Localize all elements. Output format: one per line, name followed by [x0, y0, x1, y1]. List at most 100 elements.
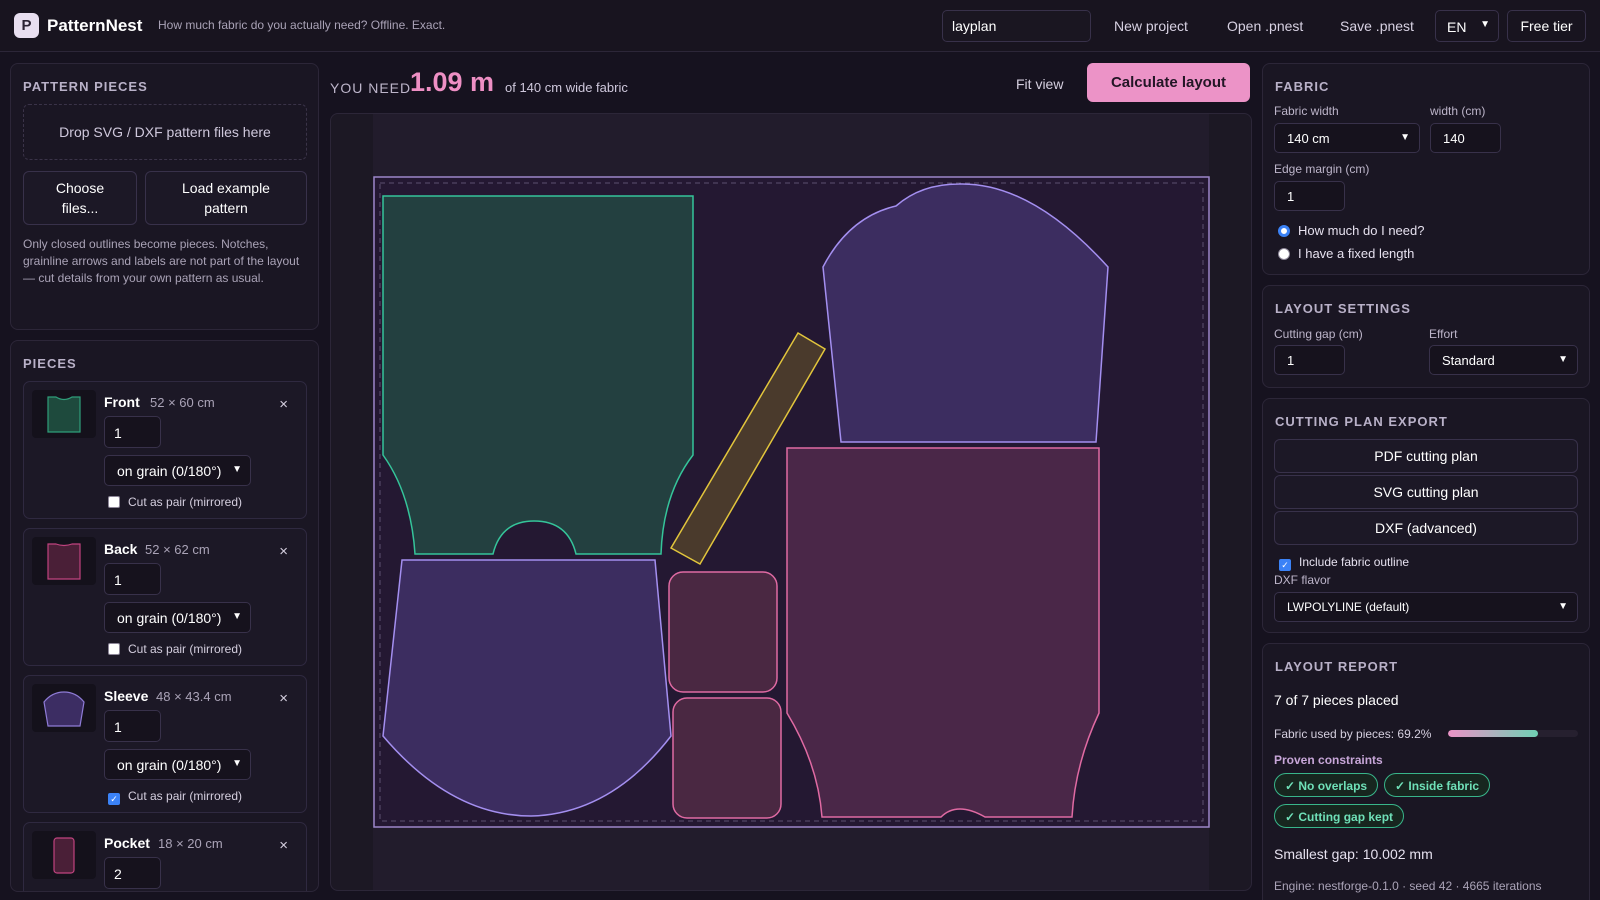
piece-card: Sleeve 48 × 43.4 cm × 1 on grain (0/180°…	[23, 675, 307, 813]
grain-select[interactable]: on grain (0/180°) ▼	[104, 602, 251, 633]
load-example-button[interactable]: Load example pattern	[145, 171, 307, 225]
pattern-pieces-panel: PATTERN PIECES Drop SVG / DXF pattern fi…	[10, 63, 319, 330]
piece-thumbnail	[32, 831, 96, 879]
fabric-length-value: 1.09 m	[410, 67, 495, 97]
dxf-flavor-value: LWPOLYLINE (default)	[1287, 600, 1410, 614]
cut-as-pair-checkbox[interactable]: Cut as pair (mirrored)	[108, 642, 242, 656]
layout-report-title: LAYOUT REPORT	[1275, 659, 1399, 674]
fabric-width-label: Fabric width	[1274, 104, 1339, 118]
checkbox-icon[interactable]	[108, 496, 120, 508]
project-name-input[interactable]	[942, 10, 1091, 42]
open-project-link[interactable]: Open .pnest	[1227, 18, 1303, 34]
pocket-thumb-shape	[53, 837, 75, 874]
edge-margin-label: Edge margin (cm)	[1274, 162, 1370, 176]
mode-need-label: How much do I need?	[1298, 223, 1425, 238]
proven-constraints-label: Proven constraints	[1274, 753, 1383, 767]
export-title: CUTTING PLAN EXPORT	[1275, 414, 1448, 429]
piece-dimensions: 18 × 20 cm	[158, 836, 223, 851]
pattern-pieces-title: PATTERN PIECES	[23, 79, 148, 94]
language-select[interactable]: EN ▼	[1435, 10, 1499, 42]
effort-value: Standard	[1442, 353, 1495, 368]
no-overlaps-badge: ✓ No overlaps	[1274, 773, 1379, 797]
new-project-link[interactable]: New project	[1114, 18, 1188, 34]
cutting-gap-input[interactable]: 1	[1274, 345, 1345, 375]
remove-piece-icon[interactable]: ×	[279, 837, 288, 854]
remove-piece-icon[interactable]: ×	[279, 543, 288, 560]
top-bar: P PatternNest How much fabric do you act…	[0, 0, 1600, 52]
cut-as-pair-label: Cut as pair (mirrored)	[128, 495, 243, 509]
quantity-input[interactable]: 1	[104, 710, 161, 742]
mode-need-radio[interactable]: How much do I need?	[1278, 223, 1424, 238]
quantity-input[interactable]: 1	[104, 563, 161, 595]
cutting-gap-badge: ✓ Cutting gap kept	[1274, 804, 1405, 828]
dxf-flavor-select[interactable]: LWPOLYLINE (default) ▼	[1274, 592, 1578, 622]
sleeve-piece-mirror	[382, 559, 672, 817]
pieces-panel: PIECES Front 52 × 60 cm × 1 on grain (0/…	[10, 340, 319, 892]
checkbox-icon[interactable]	[108, 643, 120, 655]
include-outline-checkbox[interactable]: ✓ Include fabric outline	[1279, 555, 1409, 571]
cut-as-pair-label: Cut as pair (mirrored)	[128, 642, 243, 656]
free-tier-button[interactable]: Free tier	[1507, 10, 1586, 42]
dxf-flavor-label: DXF flavor	[1274, 573, 1331, 587]
piece-thumbnail	[32, 390, 96, 438]
engine-info-text: Engine: nestforge-0.1.0 · seed 42 · 4665…	[1274, 879, 1542, 893]
remove-piece-icon[interactable]: ×	[279, 690, 288, 707]
effort-select[interactable]: Standard ▼	[1429, 345, 1578, 375]
grain-value: on grain (0/180°)	[117, 757, 222, 773]
calculate-layout-button[interactable]: Calculate layout	[1087, 63, 1250, 102]
checkbox-checked-icon[interactable]: ✓	[1279, 559, 1291, 571]
front-piece	[382, 195, 694, 555]
cut-as-pair-checkbox[interactable]: ✓ Cut as pair (mirrored)	[108, 789, 242, 805]
fabric-usage-fill	[1448, 730, 1538, 737]
piece-card: Back 52 × 62 cm × 1 on grain (0/180°) ▼ C…	[23, 528, 307, 666]
fabric-width-select[interactable]: 140 cm ▼	[1274, 123, 1420, 153]
layout-canvas[interactable]	[330, 113, 1252, 891]
piece-card: Pocket 18 × 20 cm × 2	[23, 822, 307, 891]
you-need-label: YOU NEED	[330, 80, 412, 96]
cut-as-pair-checkbox[interactable]: Cut as pair (mirrored)	[108, 495, 242, 509]
sleeve-thumb-shape	[43, 691, 85, 727]
back-piece	[786, 447, 1100, 818]
piece-name: Back	[104, 541, 138, 557]
piece-name: Sleeve	[104, 688, 149, 704]
piece-dimensions: 48 × 43.4 cm	[156, 689, 232, 704]
width-cm-label: width (cm)	[1430, 104, 1486, 118]
checkbox-checked-icon[interactable]: ✓	[108, 793, 120, 805]
mode-fixed-label: I have a fixed length	[1298, 246, 1415, 261]
mode-fixed-radio[interactable]: I have a fixed length	[1278, 246, 1414, 261]
fit-view-button[interactable]: Fit view	[1016, 76, 1063, 92]
quantity-input[interactable]: 1	[104, 416, 161, 448]
piece-thumbnail	[32, 684, 96, 732]
language-value: EN	[1447, 19, 1467, 35]
pdf-export-button[interactable]: PDF cutting plan	[1274, 439, 1578, 473]
svg-export-button[interactable]: SVG cutting plan	[1274, 475, 1578, 509]
edge-margin-input[interactable]: 1	[1274, 181, 1345, 211]
choose-files-button[interactable]: Choose files...	[23, 171, 137, 225]
grain-value: on grain (0/180°)	[117, 463, 222, 479]
front-thumb-shape	[47, 396, 81, 433]
logo-icon: P	[14, 13, 39, 38]
save-project-link[interactable]: Save .pnest	[1340, 18, 1414, 34]
smallest-gap-text: Smallest gap: 10.002 mm	[1274, 846, 1433, 862]
layout-svg	[373, 114, 1210, 890]
fabric-usage-bar	[1448, 730, 1578, 737]
file-dropzone[interactable]: Drop SVG / DXF pattern files here	[23, 104, 307, 160]
grain-select[interactable]: on grain (0/180°) ▼	[104, 749, 251, 780]
brand-name: PatternNest	[47, 16, 143, 35]
chevron-down-icon: ▼	[1480, 19, 1490, 30]
piece-name: Pocket	[104, 835, 150, 851]
width-cm-input[interactable]: 140	[1430, 123, 1501, 153]
remove-piece-icon[interactable]: ×	[279, 396, 288, 413]
piece-card: Front 52 × 60 cm × 1 on grain (0/180°) ▼ …	[23, 381, 307, 519]
quantity-input[interactable]: 2	[104, 857, 161, 889]
fabric-width-caption: of 140 cm wide fabric	[505, 80, 628, 95]
layout-settings-title: LAYOUT SETTINGS	[1275, 301, 1411, 316]
fabric-width-select-value: 140 cm	[1287, 131, 1330, 146]
dxf-export-button[interactable]: DXF (advanced)	[1274, 511, 1578, 545]
radio-icon[interactable]	[1278, 248, 1290, 260]
pieces-placed-text: 7 of 7 pieces placed	[1274, 692, 1399, 708]
grain-select[interactable]: on grain (0/180°) ▼	[104, 455, 251, 486]
radio-selected-icon[interactable]	[1278, 225, 1290, 237]
fabric-usage-text: Fabric used by pieces: 69.2%	[1274, 727, 1432, 741]
piece-name: Front	[104, 394, 140, 410]
